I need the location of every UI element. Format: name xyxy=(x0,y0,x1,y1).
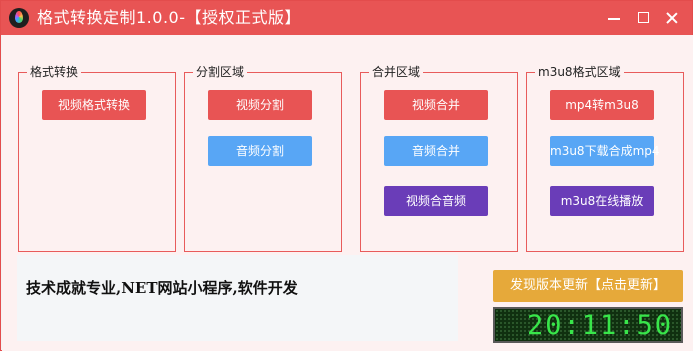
close-icon xyxy=(665,7,679,29)
video-format-convert-button[interactable]: 视频格式转换 xyxy=(42,90,146,120)
main-panel: 格式转换 视频格式转换 分割区域 视频分割 音频分割 合并区域 视频合并 音频合… xyxy=(2,35,693,351)
close-button[interactable] xyxy=(661,7,683,29)
audio-split-button[interactable]: 音频分割 xyxy=(208,136,312,166)
video-audio-merge-button[interactable]: 视频合音频 xyxy=(384,186,488,216)
group-split: 分割区域 视频分割 音频分割 xyxy=(184,65,342,252)
group-m3u8-legend: m3u8格式区域 xyxy=(535,65,624,79)
group-split-legend: 分割区域 xyxy=(193,65,248,79)
minimize-icon xyxy=(608,18,620,20)
group-merge-legend: 合并区域 xyxy=(369,65,424,79)
mp4-to-m3u8-button[interactable]: mp4转m3u8 xyxy=(550,90,654,120)
video-merge-button[interactable]: 视频合并 xyxy=(384,90,488,120)
maximize-button[interactable] xyxy=(632,7,654,29)
maximize-icon xyxy=(638,12,649,23)
app-logo-icon xyxy=(9,8,29,28)
audio-merge-button[interactable]: 音频合并 xyxy=(384,136,488,166)
m3u8-download-merge-button[interactable]: m3u8下载合成mp4 xyxy=(550,136,660,166)
clock-time: 20:11:50 xyxy=(526,310,673,341)
group-merge: 合并区域 视频合并 音频合并 视频合音频 xyxy=(360,65,518,252)
group-m3u8: m3u8格式区域 mp4转m3u8 m3u8下载合成mp4 m3u8在线播放 xyxy=(526,65,684,252)
group-format: 格式转换 视频格式转换 xyxy=(18,65,176,252)
digital-clock: 20:11:50 xyxy=(493,307,683,343)
slogan-panel: 技术成就专业,NET网站小程序,软件开发 xyxy=(17,255,458,341)
group-format-legend: 格式转换 xyxy=(27,65,82,79)
update-button[interactable]: 发现版本更新【点击更新】 xyxy=(493,270,683,302)
video-split-button[interactable]: 视频分割 xyxy=(208,90,312,120)
minimize-button[interactable] xyxy=(603,7,625,29)
slogan-text: 技术成就专业,NET网站小程序,软件开发 xyxy=(26,279,298,297)
app-window: 格式转换定制1.0.0-【授权正式版】 格式转换 视频格式转换 分割区域 视频分… xyxy=(0,0,693,351)
window-title: 格式转换定制1.0.0-【授权正式版】 xyxy=(37,8,301,27)
title-bar[interactable]: 格式转换定制1.0.0-【授权正式版】 xyxy=(1,1,692,35)
m3u8-online-play-button[interactable]: m3u8在线播放 xyxy=(550,186,654,216)
